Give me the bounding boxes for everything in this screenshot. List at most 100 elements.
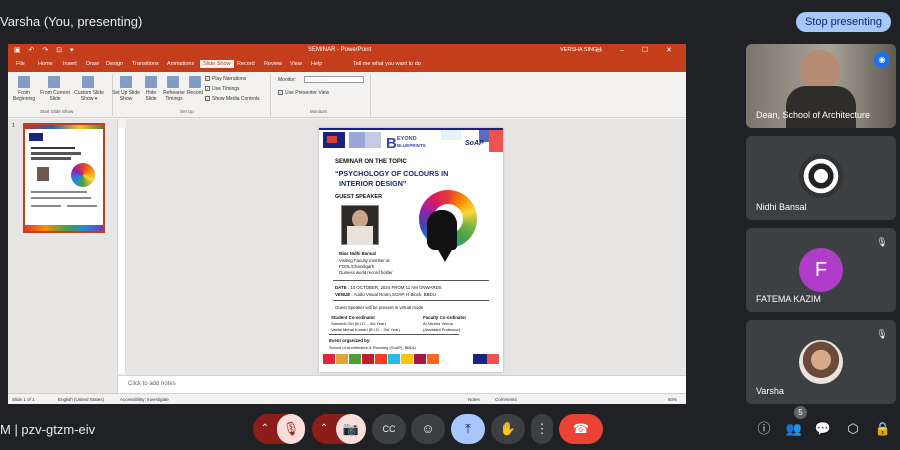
speaker-shirt [347, 226, 373, 245]
participant-tile-fatema[interactable]: 🎙 F FATEMA KAZIM [746, 228, 896, 312]
menu-review[interactable]: Review [264, 61, 282, 67]
participant-name: FATEMA KAZIM [756, 294, 821, 304]
participant-tile-nidhi[interactable]: Nidhi Bansal [746, 136, 896, 220]
menu-animations[interactable]: Animations [167, 61, 194, 67]
status-slide-of: Slide 1 of 1 [12, 397, 35, 402]
avatar [799, 154, 843, 198]
stop-presenting-button[interactable]: Stop presenting [796, 12, 891, 32]
guest-speaker-heading: GUEST SPEAKER [335, 194, 383, 200]
window-controls[interactable]: ▭ – ☐ ✕ [596, 46, 680, 54]
participant-tile-varsha[interactable]: 🎙 Varsha [746, 320, 896, 404]
quick-access-toolbar[interactable]: ▣ ↶ ↷ ⊡ ▾ [14, 46, 77, 54]
people-icon[interactable]: 👥 [785, 420, 803, 438]
meeting-info-icon[interactable]: ⓘ [755, 420, 773, 438]
menu-transitions[interactable]: Transitions [132, 61, 159, 67]
activities-icon[interactable]: ⬡ [844, 420, 862, 438]
divider-line [329, 334, 459, 335]
checkbox-checked-icon: ✓ [205, 96, 210, 102]
from-beginning-button[interactable]: From Beginning [10, 90, 38, 102]
use-timings-label: Use Timings [212, 86, 240, 92]
menu-home[interactable]: Home [38, 61, 53, 67]
thumb-logo [29, 133, 43, 141]
play-narrations-checkbox[interactable]: ✓ Play Narrations [205, 76, 246, 82]
sdg-icon [336, 354, 348, 364]
more-options-button[interactable]: ⋮ [531, 414, 553, 444]
more-vert-icon: ⋮ [535, 421, 549, 436]
group-start-slide-show: Start Slide Show [40, 109, 74, 114]
ppt-ribbon: From Beginning From Current Slide Custom… [8, 72, 686, 118]
camera-control-group: ⌃ 📷 [312, 414, 366, 444]
hide-slide-button[interactable]: Hide Slide [141, 90, 161, 102]
menu-slide-show[interactable]: Slide Show [200, 60, 234, 68]
mic-options-chevron-icon[interactable]: ⌃ [253, 414, 277, 444]
raise-hand-button[interactable]: ✋ [491, 414, 525, 444]
menu-help[interactable]: Help [311, 61, 322, 67]
menu-view[interactable]: View [290, 61, 302, 67]
use-timings-checkbox[interactable]: ✓ Use Timings [205, 86, 240, 92]
meeting-controls-bar: M | pzv-gtzm-eiv ⌃ 🎙 ⌃ 📷 CC ☺ ⤒ ✋ ⋮ ☎ ⓘ … [0, 408, 900, 450]
sdg-icon [349, 354, 361, 364]
notes-pane[interactable]: Click to add notes [118, 375, 686, 393]
custom-show-button[interactable]: Custom Slide Show ▾ [72, 90, 106, 102]
menu-insert[interactable]: Insert [63, 61, 77, 67]
monitor-select[interactable]: Automatic [304, 76, 364, 83]
status-accessibility[interactable]: Accessibility: Investigate [120, 397, 169, 402]
setup-show-icon [120, 76, 132, 88]
setup-show-button[interactable]: Set Up Slide Show [112, 90, 140, 102]
show-media-controls-checkbox[interactable]: ✓ Show Media Controls [205, 96, 260, 102]
venue-value: : Audio Visual Room,SOAP, H Block, BBDU [351, 292, 436, 297]
status-notes-button[interactable]: Notes [468, 397, 480, 402]
captions-button[interactable]: CC [372, 414, 406, 444]
menu-draw[interactable]: Draw [86, 61, 99, 67]
leave-call-button[interactable]: ☎ [559, 414, 603, 444]
monitor-label: Monitor: [278, 77, 297, 83]
header-corner-red [489, 130, 503, 152]
camera-off-button[interactable]: 📷 [336, 414, 366, 444]
sdg-icon [473, 354, 487, 364]
menu-record[interactable]: Record [237, 61, 255, 67]
thumb-header-strip [25, 125, 103, 129]
people-count-badge: 5 [794, 406, 807, 419]
mic-off-icon: 🎙 [876, 237, 888, 247]
present-screen-button[interactable]: ⤒ [451, 414, 485, 444]
status-zoom[interactable]: 50% [668, 397, 677, 402]
top-bar: Varsha (You, presenting) Stop presenting [0, 0, 900, 44]
student-coordinator-2: Vaidai Mehal Kumari (B.I.D. - 3rd Year) [331, 327, 400, 332]
slide-editing-canvas[interactable]: B EYOND BLUEPRINTS SoAP SEMINAR ON THE T… [126, 119, 686, 375]
camera-options-chevron-icon[interactable]: ⌃ [312, 414, 336, 444]
slide-thumbnail[interactable] [23, 123, 105, 233]
seminar-heading: SEMINAR ON THE TOPIC [335, 159, 407, 165]
status-comments-button[interactable]: Comments [495, 397, 517, 402]
ribbon-separator [270, 74, 271, 116]
slide-poster[interactable]: B EYOND BLUEPRINTS SoAP SEMINAR ON THE T… [319, 128, 503, 372]
header-block [441, 130, 461, 140]
avatar: F [799, 248, 843, 292]
venue-row: VENUE : Audio Visual Room,SOAP, H Block,… [335, 292, 436, 297]
sdg-icon [375, 354, 387, 364]
tell-me-search[interactable]: Tell me what you want to do [353, 61, 421, 67]
organized-by-heading: Event organized by: [329, 338, 371, 343]
group-monitors: Monitors [310, 109, 328, 114]
emoji-button[interactable]: ☺ [411, 414, 445, 444]
shared-screen-powerpoint[interactable]: ▣ ↶ ↷ ⊡ ▾ SEMINAR - PowerPoint VERSHA SI… [8, 44, 686, 404]
mic-off-button[interactable]: 🎙 [277, 414, 305, 444]
participant-tile-dean[interactable]: ◉ Dean, School of Architecture [746, 44, 896, 128]
end-call-icon: ☎ [572, 421, 590, 436]
presenter-view-checkbox[interactable]: ✓ Use Presenter View [278, 90, 329, 96]
record-button[interactable]: Record [186, 90, 204, 96]
presenter-label: Varsha (You, presenting) [0, 14, 143, 29]
dean-face [800, 50, 840, 90]
mic-control-group: ⌃ 🎙 [253, 414, 305, 444]
dean-shoulders [786, 86, 856, 128]
from-current-button[interactable]: From Current Slide [38, 90, 72, 102]
chat-icon[interactable]: 💬 [814, 420, 832, 438]
menu-file[interactable]: File [16, 61, 25, 67]
thumb-text-line [31, 191, 87, 193]
status-language[interactable]: English (United States) [58, 397, 104, 402]
university-logo-mark [327, 136, 337, 143]
rehearse-timings-button[interactable]: Rehearse Timings [162, 90, 186, 102]
menu-design[interactable]: Design [106, 61, 123, 67]
speaking-indicator-icon: ◉ [874, 52, 890, 68]
host-controls-icon[interactable]: 🔒 [874, 420, 892, 438]
ppt-menu-bar: File Home Insert Draw Design Transitions… [8, 58, 686, 72]
